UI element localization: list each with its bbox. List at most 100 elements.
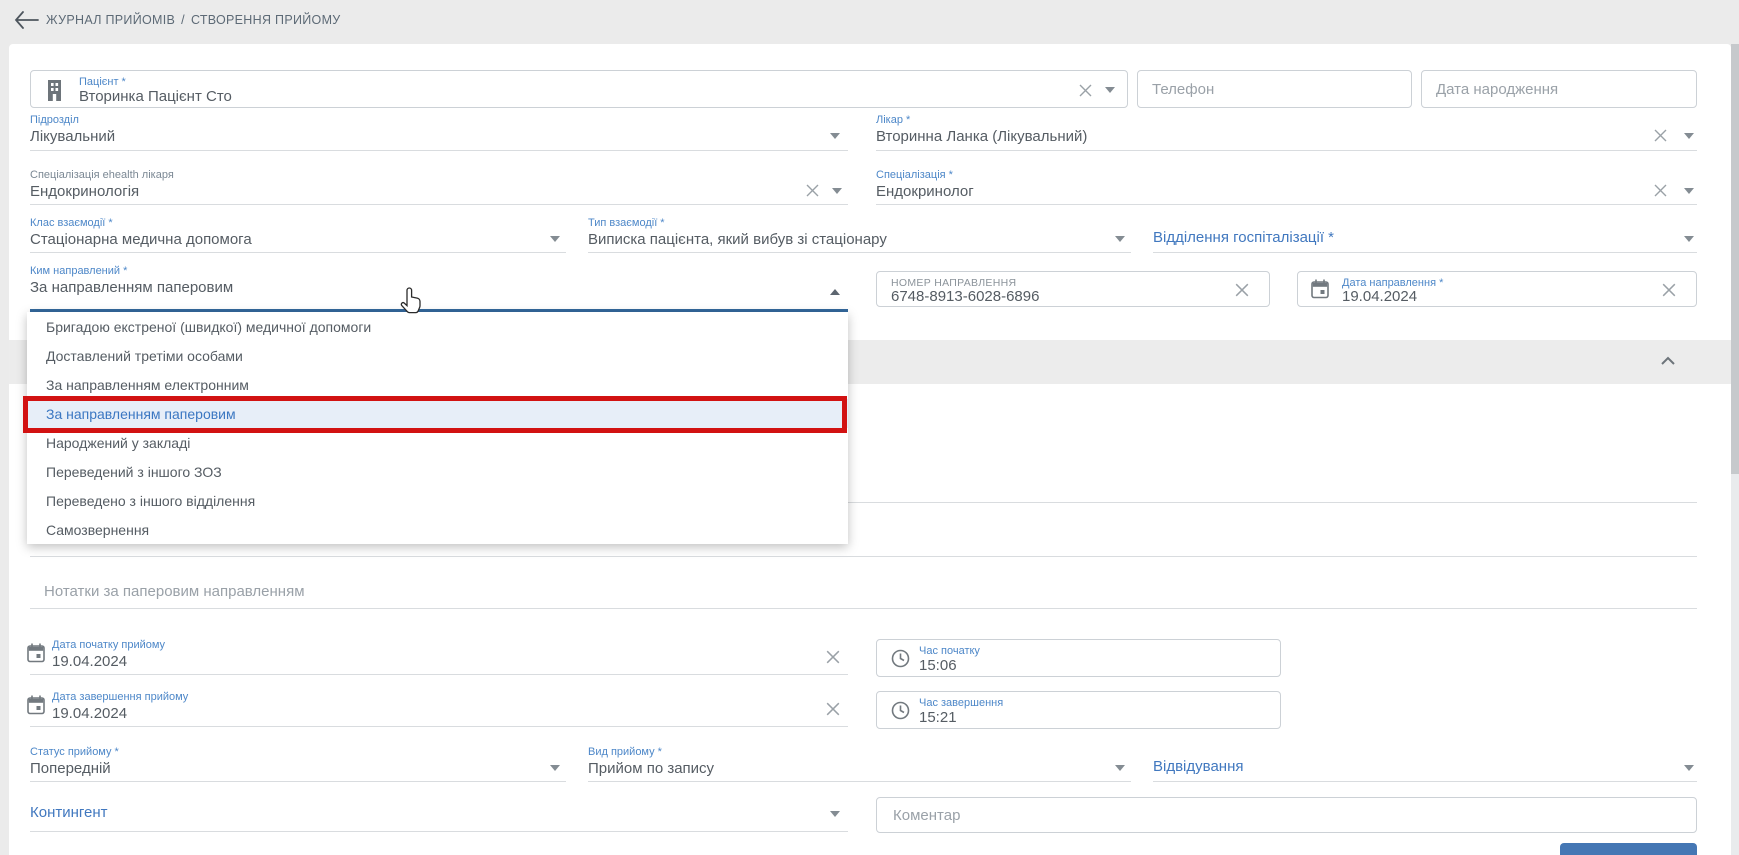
spec-label: Спеціалізація * (876, 169, 953, 182)
field-underline (30, 831, 848, 832)
field-underline (876, 150, 1697, 151)
clear-icon[interactable] (1233, 281, 1251, 304)
start-date-label: Дата початку прийому (52, 639, 165, 652)
visit-type-label: Вид прийому * (588, 746, 662, 759)
birth-date-input[interactable] (1422, 71, 1696, 107)
clear-icon[interactable] (1077, 82, 1094, 104)
back-arrow-icon[interactable] (14, 11, 40, 29)
clear-icon[interactable] (1652, 182, 1669, 204)
attendance-select[interactable]: Відвідування (1153, 758, 1243, 775)
referral-date-value: 19.04.2024 (1342, 288, 1417, 305)
field-underline (30, 781, 566, 782)
field-underline (1153, 252, 1697, 253)
field-underline (30, 674, 848, 675)
interaction-class-value[interactable]: Стаціонарна медична допомога (30, 231, 252, 248)
phone-field[interactable] (1137, 70, 1412, 108)
breadcrumb-separator: / (181, 13, 185, 27)
dropdown-option[interactable]: Самозвернення (27, 515, 848, 544)
end-date-label: Дата завершення прийому (52, 691, 188, 704)
status-label: Статус прийому * (30, 746, 119, 759)
visit-type-value[interactable]: Прийом по запису (588, 760, 714, 777)
field-underline (588, 252, 1131, 253)
field-underline (30, 556, 1697, 557)
clear-icon[interactable] (1652, 127, 1669, 149)
calendar-icon[interactable] (27, 643, 45, 668)
end-date-value[interactable]: 19.04.2024 (52, 705, 127, 722)
chevron-down-icon[interactable] (1684, 133, 1694, 139)
chevron-down-icon[interactable] (1684, 188, 1694, 194)
chevron-down-icon[interactable] (1684, 765, 1694, 771)
chevron-down-icon[interactable] (1684, 236, 1694, 242)
referred-by-value[interactable]: За направленням паперовим (30, 279, 233, 296)
referral-number-value: 6748-8913-6028-6896 (891, 288, 1039, 305)
hospital-building-icon (46, 79, 63, 106)
dropdown-option[interactable]: Переведений з іншого ЗОЗ (27, 457, 848, 486)
chevron-down-icon[interactable] (830, 133, 840, 139)
vertical-scrollbar[interactable] (1731, 44, 1739, 855)
create-button[interactable] (1560, 843, 1697, 855)
contingent-select[interactable]: Контингент (30, 804, 108, 821)
calendar-icon[interactable] (1311, 279, 1329, 304)
chevron-down-icon[interactable] (830, 811, 840, 817)
dropdown-option[interactable]: Бригадою екстреної (швидкої) медичної до… (27, 312, 848, 341)
field-underline (30, 726, 848, 727)
comment-input[interactable] (877, 798, 1696, 832)
doctor-label: Лікар * (876, 114, 910, 127)
clear-icon[interactable] (824, 648, 842, 671)
chevron-down-icon[interactable] (550, 765, 560, 771)
interaction-class-label: Клас взаємодії * (30, 217, 113, 230)
spec-value[interactable]: Ендокринолог (876, 183, 974, 200)
interaction-type-label: Тип взаємодії * (588, 217, 665, 230)
chevron-up-icon[interactable] (830, 289, 840, 295)
start-time-value: 15:06 (919, 657, 957, 674)
ehealth-spec-label: Спеціалізація ehealth лікаря (30, 169, 174, 182)
hospitalization-department-select[interactable]: Відділення госпіталізації * (1153, 229, 1334, 246)
start-time-field[interactable]: Час початку 15:06 (876, 639, 1281, 677)
clear-icon[interactable] (804, 182, 821, 204)
dropdown-option[interactable]: За направленням електронним (27, 370, 848, 399)
patient-value: Вторинка Пацієнт Сто (79, 88, 232, 105)
field-underline (30, 252, 566, 253)
field-underline (588, 781, 1131, 782)
chevron-down-icon[interactable] (550, 236, 560, 242)
chevron-down-icon[interactable] (832, 188, 842, 194)
referral-number-field[interactable]: НОМЕР НАПРАВЛЕННЯ 6748-8913-6028-6896 (876, 271, 1270, 307)
annotation-highlight-box (23, 396, 847, 433)
field-underline (30, 150, 848, 151)
chevron-down-icon[interactable] (1115, 236, 1125, 242)
referral-date-field[interactable]: Дата направлення * 19.04.2024 (1297, 271, 1697, 307)
comment-field[interactable] (876, 797, 1697, 833)
doctor-value[interactable]: Вторинна Ланка (Лікувальний) (876, 128, 1087, 145)
clock-icon (891, 701, 910, 725)
breadcrumb-section-link[interactable]: ЖУРНАЛ ПРИЙОМІВ (46, 13, 175, 27)
chevron-up-icon[interactable] (1660, 354, 1676, 372)
breadcrumb: ЖУРНАЛ ПРИЙОМІВ / СТВОРЕННЯ ПРИЙОМУ (46, 13, 341, 27)
dropdown-option[interactable]: Переведено з іншого відділення (27, 486, 848, 515)
mouse-cursor-icon (398, 286, 424, 319)
field-underline (1153, 781, 1697, 782)
field-underline (30, 204, 848, 205)
interaction-type-value[interactable]: Виписка пацієнта, який вибув зі стаціона… (588, 231, 887, 248)
clock-icon (891, 649, 910, 673)
app-screen: ЖУРНАЛ ПРИЙОМІВ / СТВОРЕННЯ ПРИЙОМУ Паці… (0, 0, 1739, 855)
end-time-field[interactable]: Час завершення 15:21 (876, 691, 1281, 729)
scrollbar-thumb[interactable] (1731, 44, 1739, 474)
status-value[interactable]: Попередній (30, 760, 111, 777)
breadcrumb-current: СТВОРЕННЯ ПРИЙОМУ (191, 13, 341, 27)
end-time-value: 15:21 (919, 709, 957, 726)
phone-input[interactable] (1138, 71, 1411, 107)
ehealth-spec-value[interactable]: Ендокринологія (30, 183, 139, 200)
birth-date-field[interactable] (1421, 70, 1697, 108)
clear-icon[interactable] (824, 700, 842, 723)
patient-field[interactable]: Пацієнт * Вторинка Пацієнт Сто (30, 70, 1128, 108)
chevron-down-icon[interactable] (1105, 87, 1115, 93)
division-label: Підрозділ (30, 114, 79, 127)
field-underline (876, 204, 1697, 205)
clear-icon[interactable] (1660, 281, 1678, 304)
dropdown-option[interactable]: Доставлений третіми особами (27, 341, 848, 370)
start-date-value[interactable]: 19.04.2024 (52, 653, 127, 670)
paper-referral-notes-input[interactable] (30, 574, 1697, 609)
calendar-icon[interactable] (27, 695, 45, 720)
division-value[interactable]: Лікувальний (30, 128, 115, 145)
chevron-down-icon[interactable] (1115, 765, 1125, 771)
